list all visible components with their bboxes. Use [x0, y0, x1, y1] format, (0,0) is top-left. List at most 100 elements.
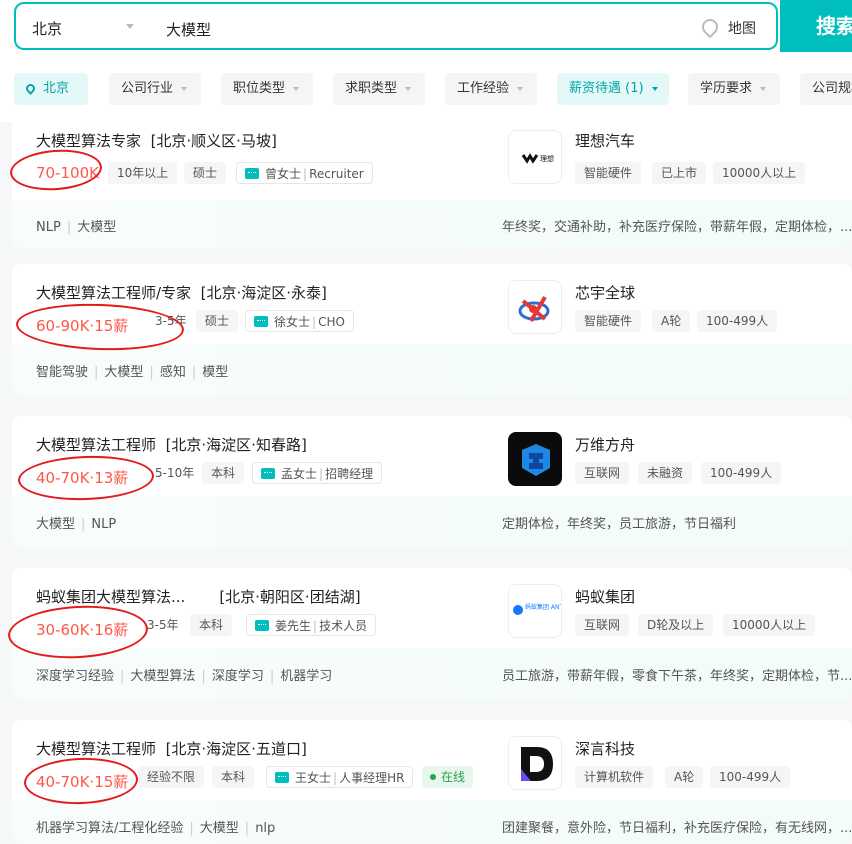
company-logo[interactable]: 蚂蚁集团 ANT GROUP	[508, 584, 562, 638]
chevron-down-icon	[181, 86, 188, 91]
skill-tag: 感知	[159, 365, 186, 380]
company-size: 10000人以上	[713, 162, 806, 184]
map-label: 地图	[728, 21, 756, 37]
company-industry: 互联网	[575, 614, 630, 636]
filter-label: 求职类型	[345, 81, 398, 96]
company-logo[interactable]	[508, 432, 562, 486]
skill-tag: 机器学习算法/工程化经验	[36, 821, 184, 836]
filter-label: 薪资待遇 (1)	[569, 81, 644, 96]
filter-label: 学历要求	[700, 81, 753, 96]
filter-city[interactable]: 北京	[14, 73, 88, 105]
filter-industry[interactable]: 公司行业	[109, 73, 201, 105]
job-card[interactable]: 大模型算法专家 [北京·顺义区·马坡] 70-100K 10年以上 硕士 曾女士…	[12, 110, 852, 248]
job-location: [北京·海淀区·知春路]	[165, 436, 307, 454]
recruiter-tag[interactable]: 曾女士 | Recruiter	[236, 162, 373, 184]
skill-tag: 大模型	[104, 365, 144, 380]
chat-icon	[254, 316, 268, 327]
chevron-down-icon	[651, 86, 658, 91]
online-label: 在线	[441, 770, 466, 784]
recruiter-tag[interactable]: 姜先生 | 技术人员	[246, 614, 377, 636]
company-stage: 未融资	[638, 462, 693, 484]
company-logo[interactable]: 理想	[508, 130, 562, 184]
filter-bar: 北京 公司行业 职位类型 求职类型 工作经验 薪资待遇 (1) 学历要求 公司规…	[14, 73, 852, 107]
company-size: 100-499人	[701, 462, 782, 484]
skill-tags: NLP | 大模型	[36, 220, 117, 235]
job-location: [北京·顺义区·马坡]	[150, 132, 277, 150]
company-logo[interactable]	[508, 736, 562, 790]
search-input[interactable]: 大模型	[166, 19, 211, 40]
job-name: 大模型算法工程师	[36, 436, 157, 454]
filter-label: 职位类型	[233, 81, 286, 96]
company-name[interactable]: 理想汽车	[575, 130, 635, 151]
skill-tags: 机器学习算法/工程化经验 | 大模型 | nlp	[36, 821, 276, 836]
filter-label: 工作经验	[457, 81, 510, 96]
recruiter-tag[interactable]: 徐女士 | CHO	[245, 310, 354, 332]
filter-job-type[interactable]: 职位类型	[221, 73, 313, 105]
skill-tags: 深度学习经验 | 大模型算法 | 深度学习 | 机器学习	[36, 669, 333, 684]
company-stage: D轮及以上	[638, 614, 714, 636]
job-location: [北京·朝阳区·团结湖]	[219, 588, 361, 606]
filter-salary[interactable]: 薪资待遇 (1)	[557, 73, 669, 105]
recruiter-role: Recruiter	[309, 167, 364, 181]
company-name[interactable]: 深言科技	[575, 738, 635, 759]
company-name[interactable]: 芯宇全球	[575, 282, 635, 303]
city-selector[interactable]: 北京	[32, 18, 62, 39]
lixiang-logo-icon: 理想	[521, 153, 554, 164]
search-button[interactable]: 搜索	[780, 0, 852, 52]
chevron-down-icon[interactable]	[126, 24, 134, 29]
online-dot-icon	[430, 774, 436, 780]
skill-tag: NLP	[36, 220, 61, 235]
filter-experience[interactable]: 工作经验	[445, 73, 537, 105]
chat-icon	[245, 168, 259, 179]
job-title[interactable]: 大模型算法工程师 [北京·海淀区·知春路]	[36, 434, 307, 455]
chat-icon	[275, 772, 289, 783]
skill-tag: 大模型	[36, 517, 76, 532]
location-pin-icon	[698, 15, 722, 39]
ant-group-logo-icon: 蚂蚁集团 ANT GROUP	[513, 603, 561, 615]
recruiter-role: 技术人员	[319, 619, 368, 633]
education-tag: 硕士	[184, 162, 227, 184]
benefits: 年终奖，交通补助，补充医疗保险，带薪年假，定期体检，...	[502, 220, 852, 235]
chevron-down-icon	[405, 86, 412, 91]
company-name[interactable]: 万维方舟	[575, 434, 635, 455]
skill-tag: 大模型算法	[130, 669, 196, 684]
company-industry: 计算机软件	[575, 766, 654, 788]
skill-tag: 深度学习	[211, 669, 264, 684]
filter-seeking-type[interactable]: 求职类型	[333, 73, 425, 105]
job-card[interactable]: 大模型算法工程师 [北京·海淀区·五道口] 40-70K·15薪 经验不限 本科…	[12, 720, 852, 844]
skill-tag: NLP	[91, 517, 117, 532]
wanwei-logo-icon	[522, 444, 550, 476]
education-tag: 硕士	[196, 310, 239, 332]
experience-tag: 5-10年	[155, 466, 195, 480]
skill-tag: 智能驾驶	[36, 365, 89, 380]
experience-tag: 10年以上	[108, 162, 178, 184]
company-stage: 已上市	[652, 162, 707, 184]
online-badge: 在线	[422, 766, 474, 788]
job-title[interactable]: 大模型算法专家 [北京·顺义区·马坡]	[36, 130, 277, 151]
recruiter-role: CHO	[318, 315, 345, 329]
recruiter-tag[interactable]: 孟女士 | 招聘经理	[252, 462, 383, 484]
map-button[interactable]: 地图	[698, 15, 756, 39]
recruiter-name: 姜先生	[275, 619, 312, 633]
shenyan-logo-icon	[521, 747, 553, 781]
logo-text: 理想	[540, 154, 554, 163]
filter-company-size[interactable]: 公司规模	[800, 73, 852, 105]
job-title[interactable]: 蚂蚁集团大模型算法... [北京·朝阳区·团结湖]	[36, 586, 361, 607]
recruiter-name: 曾女士	[265, 167, 302, 181]
filter-education[interactable]: 学历要求	[688, 73, 780, 105]
search-box: 北京 大模型 地图	[14, 2, 778, 50]
job-title[interactable]: 大模型算法工程师/专家 [北京·海淀区·永泰]	[36, 282, 327, 303]
company-stage: A轮	[652, 310, 691, 332]
recruiter-name: 王女士	[295, 771, 332, 785]
job-name: 蚂蚁集团大模型算法...	[36, 588, 186, 606]
company-logo[interactable]	[508, 280, 562, 334]
company-name[interactable]: 蚂蚁集团	[575, 586, 635, 607]
company-size: 100-499人	[710, 766, 791, 788]
chevron-down-icon	[760, 86, 767, 91]
recruiter-tag[interactable]: 王女士 | 人事经理HR	[266, 766, 414, 788]
skill-tags: 智能驾驶 | 大模型 | 感知 | 模型	[36, 365, 229, 380]
job-name: 大模型算法工程师	[36, 740, 157, 758]
experience-tag: 经验不限	[138, 766, 205, 788]
job-title[interactable]: 大模型算法工程师 [北京·海淀区·五道口]	[36, 738, 307, 759]
company-stage: A轮	[665, 766, 704, 788]
